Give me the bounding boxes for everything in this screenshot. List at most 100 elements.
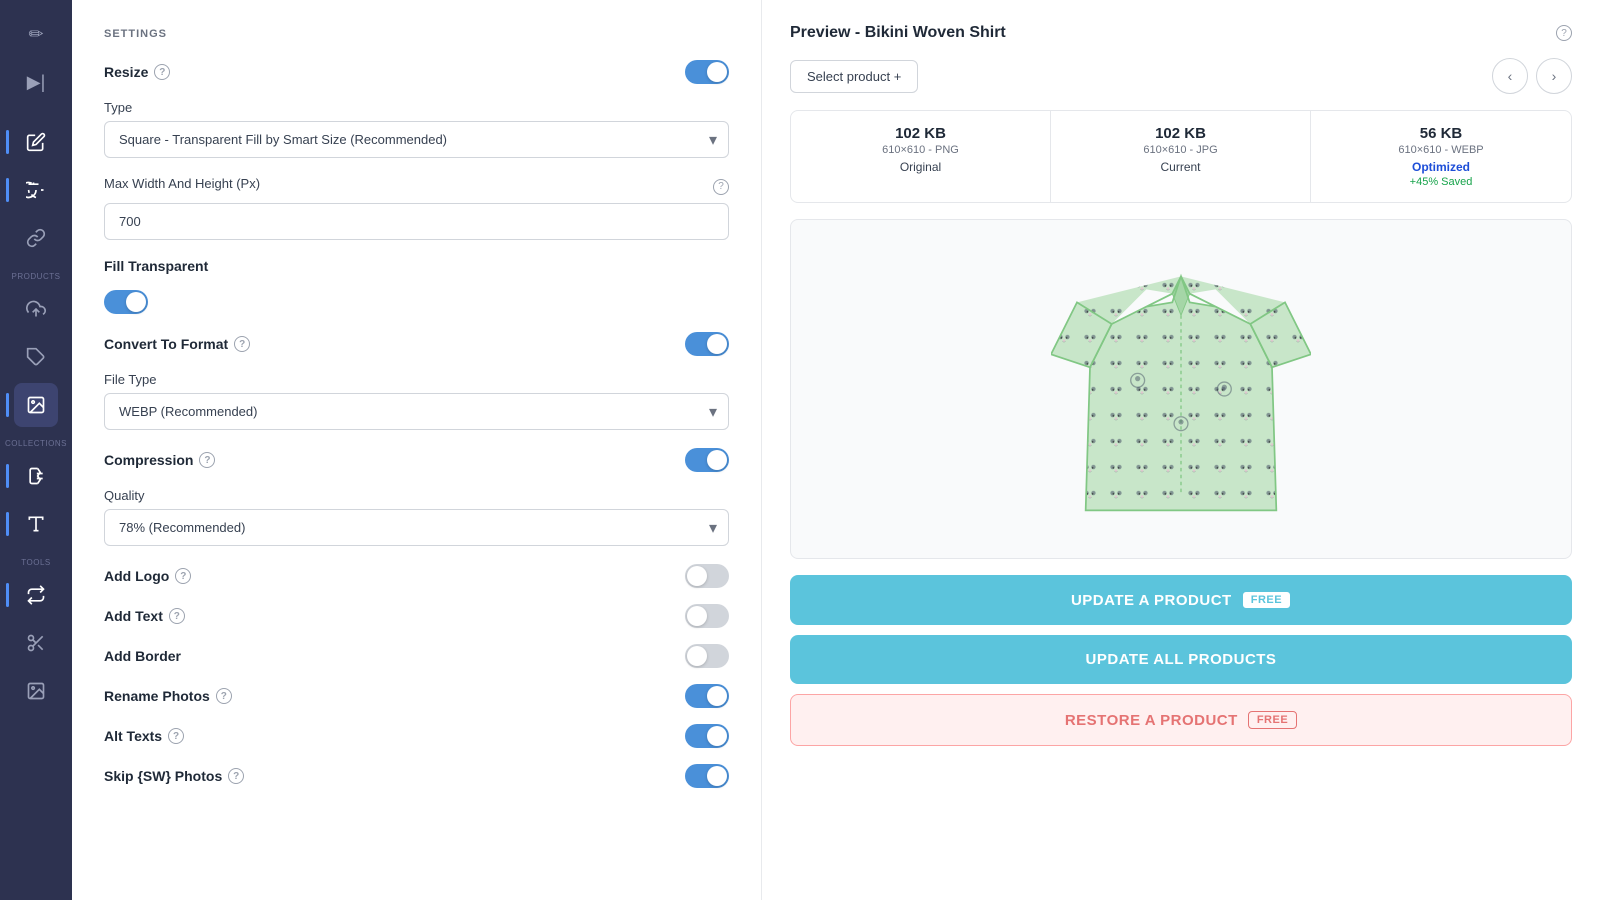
file-type-select-wrapper: WEBP (Recommended) PNG JPG	[104, 393, 729, 430]
resize-help-icon[interactable]: ?	[154, 64, 170, 80]
type-label: Type	[104, 100, 729, 115]
update-all-label: UPDATE ALL PRODUCTS	[1086, 651, 1277, 668]
optimized-status: Optimized	[1323, 160, 1559, 174]
restore-product-label: RESTORE A PRODUCT	[1065, 712, 1238, 729]
update-product-label: UPDATE A PRODUCT	[1071, 592, 1232, 609]
scissors-icon[interactable]	[14, 621, 58, 665]
quality-label: Quality	[104, 488, 729, 503]
collections-label: COLLECTIONS	[0, 439, 72, 448]
skip-photos-help-icon[interactable]: ?	[228, 768, 244, 784]
convert-format-toggle[interactable]	[685, 332, 729, 356]
pencil-icon[interactable]: ✏	[14, 12, 58, 56]
restore-product-button[interactable]: RESTORE A PRODUCT FREE	[790, 694, 1572, 746]
select-product-button[interactable]: Select product +	[790, 60, 918, 93]
quality-select[interactable]: 78% (Recommended) 60% 90% 100%	[104, 509, 729, 546]
file-info-row: 102 KB 610×610 - PNG Original 102 KB 610…	[790, 110, 1572, 203]
preview-title: Preview - Bikini Woven Shirt	[790, 24, 1006, 42]
original-dims: 610×610 - PNG	[803, 144, 1038, 156]
convert-format-row: Convert To Format ?	[104, 332, 729, 356]
update-product-button[interactable]: UPDATE A PRODUCT FREE	[790, 575, 1572, 625]
file-card-current: 102 KB 610×610 - JPG Current	[1051, 111, 1311, 202]
optimized-saved: +45% Saved	[1323, 176, 1559, 188]
skip-photos-label: Skip {SW} Photos ?	[104, 768, 244, 784]
photo2-icon[interactable]	[14, 669, 58, 713]
max-wh-row: Max Width And Height (Px) ?	[104, 176, 729, 197]
edit-pen-icon[interactable]	[14, 120, 58, 164]
max-wh-input[interactable]	[104, 203, 729, 240]
next-icon[interactable]: ▶|	[14, 60, 58, 104]
convert-format-label: Convert To Format ?	[104, 336, 250, 352]
products-label: PRODUCTS	[0, 272, 72, 281]
file-type-label: File Type	[104, 372, 729, 387]
max-wh-help-icon[interactable]: ?	[713, 179, 729, 195]
file-card-original: 102 KB 610×610 - PNG Original	[791, 111, 1051, 202]
add-logo-toggle[interactable]	[685, 564, 729, 588]
compression-row: Compression ?	[104, 448, 729, 472]
optimized-dims: 610×610 - WEBP	[1323, 144, 1559, 156]
main-content: SETTINGS Resize ? Type Square - Transpar…	[72, 0, 1600, 900]
collections-braces2-icon[interactable]	[14, 502, 58, 546]
product-image-container	[790, 219, 1572, 559]
rename-photos-toggle[interactable]	[685, 684, 729, 708]
add-text-label: Add Text ?	[104, 608, 185, 624]
select-product-label: Select product +	[807, 69, 901, 84]
max-wh-group: Max Width And Height (Px) ?	[104, 176, 729, 240]
optimized-size: 56 KB	[1323, 125, 1559, 142]
skip-photos-row: Skip {SW} Photos ?	[104, 764, 729, 788]
file-type-select[interactable]: WEBP (Recommended) PNG JPG	[104, 393, 729, 430]
upload-icon[interactable]	[14, 287, 58, 331]
rename-photos-help-icon[interactable]: ?	[216, 688, 232, 704]
compression-label: Compression ?	[104, 452, 215, 468]
compression-help-icon[interactable]: ?	[199, 452, 215, 468]
current-dims: 610×610 - JPG	[1063, 144, 1298, 156]
add-border-row: Add Border	[104, 644, 729, 668]
rename-photos-label: Rename Photos ?	[104, 688, 232, 704]
add-text-row: Add Text ?	[104, 604, 729, 628]
collections-braces-icon[interactable]	[14, 454, 58, 498]
settings-panel: SETTINGS Resize ? Type Square - Transpar…	[72, 0, 762, 900]
rename-photos-row: Rename Photos ?	[104, 684, 729, 708]
tag-icon[interactable]	[14, 335, 58, 379]
restore-badge: FREE	[1248, 711, 1297, 729]
update-product-badge: FREE	[1242, 591, 1291, 609]
add-logo-help-icon[interactable]: ?	[175, 568, 191, 584]
nav-buttons: ‹ ›	[1492, 58, 1572, 94]
convert-format-help-icon[interactable]: ?	[234, 336, 250, 352]
add-logo-row: Add Logo ?	[104, 564, 729, 588]
fill-transparent-toggle[interactable]	[104, 290, 148, 314]
compression-toggle[interactable]	[685, 448, 729, 472]
update-all-button[interactable]: UPDATE ALL PRODUCTS	[790, 635, 1572, 684]
skip-photos-toggle[interactable]	[685, 764, 729, 788]
image-icon[interactable]	[14, 383, 58, 427]
quality-select-wrapper: 78% (Recommended) 60% 90% 100%	[104, 509, 729, 546]
alt-texts-row: Alt Texts ?	[104, 724, 729, 748]
preview-help-icon[interactable]: ?	[1556, 25, 1572, 41]
translate-icon[interactable]	[14, 168, 58, 212]
add-text-help-icon[interactable]: ?	[169, 608, 185, 624]
add-text-toggle[interactable]	[685, 604, 729, 628]
alt-texts-label: Alt Texts ?	[104, 728, 184, 744]
add-border-toggle[interactable]	[685, 644, 729, 668]
preview-panel: Preview - Bikini Woven Shirt ? Select pr…	[762, 0, 1600, 900]
sidebar: ✏ ▶| PRODUCTS COLLECTIONS TOOLS	[0, 0, 72, 900]
resize-row: Resize ?	[104, 60, 729, 84]
add-logo-label: Add Logo ?	[104, 568, 191, 584]
resize-label: Resize ?	[104, 64, 170, 80]
type-select-wrapper: Square - Transparent Fill by Smart Size …	[104, 121, 729, 158]
product-shirt-image	[1051, 249, 1311, 529]
file-card-optimized: 56 KB 610×610 - WEBP Optimized +45% Save…	[1311, 111, 1571, 202]
fill-transparent-row: Fill Transparent	[104, 258, 729, 274]
fill-transparent-label: Fill Transparent	[104, 258, 208, 274]
original-status: Original	[803, 160, 1038, 174]
max-wh-label: Max Width And Height (Px)	[104, 176, 260, 191]
link-icon[interactable]	[14, 216, 58, 260]
next-product-button[interactable]: ›	[1536, 58, 1572, 94]
type-select[interactable]: Square - Transparent Fill by Smart Size …	[104, 121, 729, 158]
alt-texts-toggle[interactable]	[685, 724, 729, 748]
prev-product-button[interactable]: ‹	[1492, 58, 1528, 94]
tools-label: TOOLS	[0, 558, 72, 567]
tools-arrows-icon[interactable]	[14, 573, 58, 617]
settings-title: SETTINGS	[104, 28, 729, 40]
resize-toggle[interactable]	[685, 60, 729, 84]
alt-texts-help-icon[interactable]: ?	[168, 728, 184, 744]
